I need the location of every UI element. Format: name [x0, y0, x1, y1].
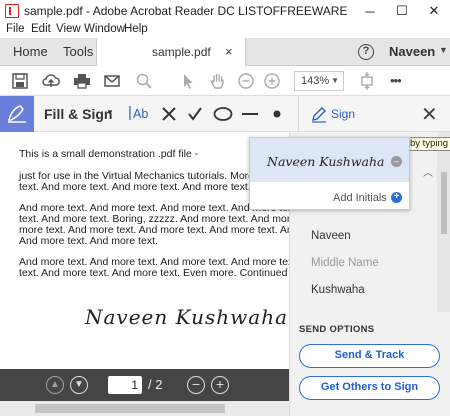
page-total: / 2: [148, 377, 163, 392]
chevron-down-icon: ▼: [331, 76, 339, 85]
menu-view[interactable]: View: [56, 23, 81, 35]
menu-help[interactable]: Help: [124, 23, 148, 35]
document-text-line: And more text. And more text.: [19, 235, 158, 247]
page-navigation-bar: ▲ ▼ 1 / 2 − +: [0, 369, 289, 401]
placed-signature[interactable]: Naveen Kushwaha: [85, 305, 288, 329]
page-number-input[interactable]: 1: [108, 376, 142, 394]
last-name-field[interactable]: Kushwaha: [311, 284, 365, 296]
fit-page-icon[interactable]: [357, 71, 377, 91]
dot-tool-icon[interactable]: [271, 108, 283, 120]
sign-pen-icon[interactable]: [310, 105, 328, 123]
tab-document[interactable]: sample.pdf ×: [96, 38, 246, 66]
ellipse-tool-icon[interactable]: [213, 106, 233, 122]
scrollbar-thumb[interactable]: [441, 172, 447, 234]
menu-file[interactable]: File: [6, 23, 25, 35]
current-page-value: 1: [131, 378, 138, 392]
add-text-tool[interactable]: | Ab: [128, 104, 150, 123]
document-view[interactable]: This is a small demonstration .pdf file …: [0, 132, 289, 400]
menu-window[interactable]: Window: [84, 23, 125, 35]
tab-home[interactable]: Home: [13, 38, 48, 66]
tab-bar: Home Tools sample.pdf × ? Naveen ▼: [0, 38, 450, 66]
document-text-line: This is a small demonstration .pdf file …: [19, 148, 199, 160]
text-cursor-icon: |: [128, 104, 132, 121]
add-initials-icon[interactable]: +: [391, 192, 402, 203]
zoom-in-icon[interactable]: +: [211, 376, 229, 394]
document-tab-label: sample.pdf: [152, 45, 211, 59]
cloud-upload-icon[interactable]: [41, 71, 61, 91]
saved-signature-item[interactable]: Naveen Kushwaha –: [250, 138, 409, 182]
save-icon[interactable]: [10, 71, 30, 91]
close-fill-sign-icon[interactable]: ✕: [421, 102, 438, 127]
minimize-button[interactable]: ─: [354, 0, 386, 22]
user-account-name[interactable]: Naveen: [389, 44, 435, 59]
zoom-out-icon[interactable]: −: [187, 376, 205, 394]
first-name-field[interactable]: Naveen: [311, 230, 351, 242]
sign-button[interactable]: Sign: [331, 107, 355, 121]
document-text-line: text. And more text. And more text. Even…: [19, 267, 289, 279]
zoom-level-select[interactable]: 143% ▼: [294, 71, 344, 91]
print-icon[interactable]: [72, 71, 92, 91]
search-icon[interactable]: [134, 71, 154, 91]
line-tool-icon[interactable]: [241, 106, 259, 122]
cross-mark-icon[interactable]: [160, 105, 178, 123]
close-tab-icon[interactable]: ×: [225, 44, 233, 59]
document-text-line: text. And more text. And more text. And …: [19, 181, 251, 193]
maximize-button[interactable]: ☐: [386, 0, 418, 22]
send-options-heading: SEND OPTIONS: [299, 324, 375, 335]
signature-popup: Naveen Kushwaha – Add Initials +: [249, 137, 410, 210]
text-tool-label: Ab: [133, 107, 149, 121]
help-icon[interactable]: ?: [358, 44, 374, 60]
title-bar: sample.pdf - Adobe Acrobat Reader DC LIS…: [0, 0, 450, 22]
remove-signature-icon[interactable]: –: [391, 156, 402, 167]
check-mark-icon[interactable]: [186, 105, 204, 123]
toolbar-divider: [298, 96, 299, 132]
previous-page-icon[interactable]: ▲: [46, 376, 64, 394]
menu-bar: File Edit View Window Help: [0, 22, 450, 38]
send-track-button[interactable]: Send & Track: [299, 344, 440, 368]
add-initials-button[interactable]: Add Initials: [333, 192, 387, 204]
select-cursor-icon[interactable]: [178, 71, 198, 91]
next-page-icon[interactable]: ▼: [70, 376, 88, 394]
zoom-in-icon[interactable]: [262, 71, 282, 91]
tab-tools[interactable]: Tools: [63, 38, 93, 66]
email-icon[interactable]: [102, 71, 122, 91]
fill-sign-toolbar: Fill & Sign ▼ | Ab Sign ✕: [0, 96, 450, 132]
hand-tool-icon[interactable]: [208, 71, 228, 91]
more-dots: •••: [390, 73, 402, 88]
middle-name-field[interactable]: Middle Name: [311, 257, 379, 269]
chevron-down-icon[interactable]: ▼: [439, 45, 448, 55]
fill-sign-label[interactable]: Fill & Sign: [44, 106, 112, 122]
scrollbar-thumb[interactable]: [35, 404, 225, 413]
get-others-to-sign-button[interactable]: Get Others to Sign: [299, 376, 440, 400]
saved-signature-text: Naveen Kushwaha: [267, 154, 385, 169]
more-tools-icon[interactable]: •••: [388, 71, 412, 91]
chevron-down-icon[interactable]: ▼: [106, 108, 114, 117]
zoom-out-icon[interactable]: [236, 71, 256, 91]
close-window-button[interactable]: ✕: [418, 0, 450, 22]
window-title: sample.pdf - Adobe Acrobat Reader DC LIS…: [24, 4, 348, 18]
fill-sign-icon[interactable]: [0, 96, 34, 132]
right-panel-scrollbar[interactable]: [437, 132, 450, 312]
acrobat-app-icon: [5, 4, 19, 18]
chevron-up-icon[interactable]: ︿: [423, 164, 433, 179]
menu-edit[interactable]: Edit: [31, 23, 51, 35]
main-toolbar: 143% ▼ •••: [0, 66, 450, 96]
zoom-level-value: 143%: [301, 75, 330, 87]
horizontal-scrollbar[interactable]: [0, 401, 289, 416]
